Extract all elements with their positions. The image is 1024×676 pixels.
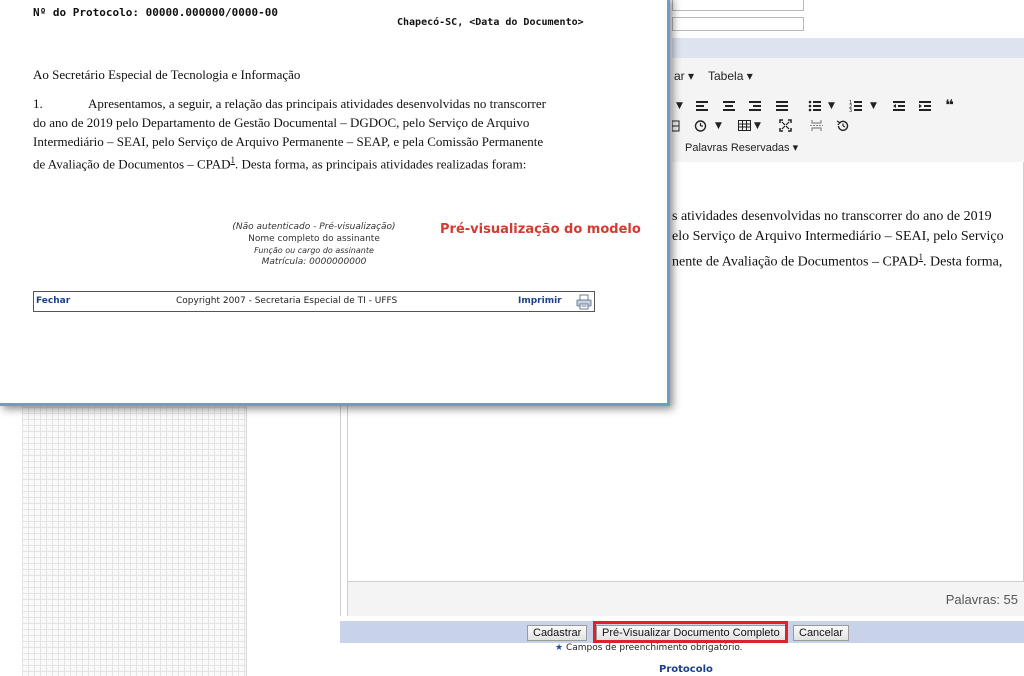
- highlight-box: [593, 621, 788, 643]
- left-sidebar-grid: [22, 395, 247, 676]
- required-fields-note: ★ Campos de preenchimento obrigatório.: [555, 643, 743, 653]
- caret-down-icon: ▾: [792, 142, 799, 154]
- editor-toolbar: ar ▾ Tabela ▾ ▼ ▼ 123 ▼ ❝ ▼ ▼ Palavras R…: [672, 58, 1024, 162]
- fullscreen-icon[interactable]: [779, 119, 792, 132]
- preview-template-label: Pré-visualização do modelo: [440, 222, 641, 237]
- copyright-text: Copyright 2007 - Secretaria Especial de …: [176, 296, 398, 306]
- caret-down-icon: ▾: [688, 69, 695, 83]
- numbered-list-icon[interactable]: 123: [849, 100, 862, 112]
- paragraph-number: 1.: [33, 96, 43, 111]
- recipient: Ao Secretário Especial de Tecnologia e I…: [33, 67, 301, 82]
- history-icon[interactable]: [836, 119, 849, 132]
- align-left-icon[interactable]: [696, 100, 708, 112]
- signer-registration: Matrícula: 0000000000: [261, 257, 367, 267]
- preview-popup-window: Nº do Protocolo: 00000.000000/0000-00 Ch…: [0, 0, 670, 406]
- place-date: Chapecó-SC, <Data do Documento>: [397, 17, 584, 28]
- align-justify-icon[interactable]: [776, 100, 788, 112]
- menu-reserved-words[interactable]: Palavras Reservadas ▾: [685, 141, 798, 154]
- bullet-list-icon[interactable]: [808, 100, 821, 112]
- editor-statusbar: Palavras: 55: [347, 582, 1024, 616]
- table-icon[interactable]: [738, 120, 751, 131]
- signer-role: Função ou cargo do assinante: [254, 246, 374, 255]
- form-input[interactable]: [672, 17, 804, 31]
- form-input-top[interactable]: [672, 0, 804, 11]
- register-button[interactable]: Cadastrar: [527, 625, 588, 641]
- print-link[interactable]: Imprimir: [518, 296, 562, 306]
- indent-icon[interactable]: [919, 100, 931, 112]
- caret-down-icon[interactable]: ▼: [828, 99, 835, 113]
- blockquote-icon[interactable]: ❝: [945, 98, 954, 113]
- caret-down-icon[interactable]: ▼: [754, 119, 761, 133]
- align-right-icon[interactable]: [749, 100, 761, 112]
- caret-down-icon[interactable]: ▼: [676, 99, 683, 113]
- page-break-icon[interactable]: [810, 119, 823, 132]
- document-paragraph: 1. Apresentamos, a seguir, a relação das …: [33, 96, 546, 172]
- editor-line: elo Serviço de Arquivo Intermediário – S…: [672, 229, 1004, 244]
- editor-line: s atividades desenvolvidas no transcorre…: [672, 209, 992, 224]
- caret-down-icon[interactable]: ▼: [870, 99, 877, 113]
- menu-format-partial[interactable]: ar ▾: [674, 69, 694, 83]
- table-edge-icon[interactable]: [672, 120, 680, 132]
- page: ar ▾ Tabela ▾ ▼ ▼ 123 ▼ ❝ ▼ ▼ Palavras R…: [0, 0, 1024, 676]
- signer-name: Nome completo do assinante: [248, 234, 380, 244]
- popup-footer-bar: Fechar Copyright 2007 - Secretaria Espec…: [33, 291, 595, 312]
- align-center-icon[interactable]: [723, 100, 735, 112]
- editor-header-band: [672, 38, 1024, 58]
- clock-icon[interactable]: [694, 119, 707, 132]
- editor-text: s atividades desenvolvidas no transcorre…: [672, 207, 1012, 273]
- signature-status: (Não autenticado - Pré-visualização): [232, 222, 396, 232]
- caret-down-icon[interactable]: ▼: [715, 119, 722, 133]
- word-count: Palavras: 55: [945, 592, 1018, 607]
- svg-text:3: 3: [849, 108, 852, 112]
- printer-icon[interactable]: [576, 294, 592, 310]
- editor-line: nente de Avaliação de Documentos – CPAD1…: [672, 252, 1003, 270]
- outdent-icon[interactable]: [893, 100, 905, 112]
- caret-down-icon: ▾: [746, 69, 753, 83]
- protocol-link[interactable]: Protocolo: [659, 664, 713, 675]
- protocol-number: Nº do Protocolo: 00000.000000/0000-00: [33, 6, 279, 19]
- menu-table[interactable]: Tabela ▾: [708, 69, 753, 83]
- close-link[interactable]: Fechar: [36, 296, 70, 306]
- cancel-button[interactable]: Cancelar: [793, 625, 850, 641]
- required-star-icon: ★: [555, 643, 564, 653]
